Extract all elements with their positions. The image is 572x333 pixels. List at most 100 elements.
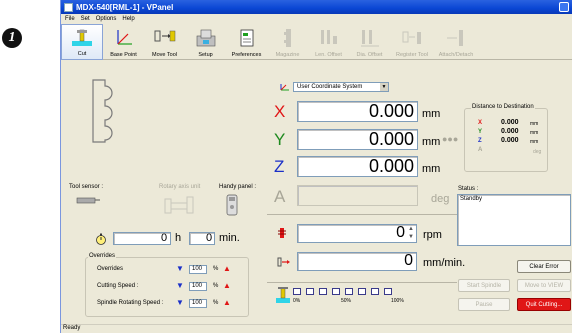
coordinate-system-select[interactable]: User Coordinate System ▼ — [293, 82, 389, 92]
chevron-down-icon: ▼ — [380, 83, 388, 91]
progress-segment — [384, 288, 392, 295]
distance-unit-y: mm — [530, 130, 539, 136]
axis-label-y: Y — [274, 130, 286, 149]
length-offset-icon — [320, 30, 337, 44]
coordinate-axes-icon — [280, 84, 289, 91]
coord-field-a — [297, 185, 418, 206]
base-point-icon — [116, 30, 132, 45]
timer-minutes-value: 0 — [206, 232, 213, 244]
cut-icon — [72, 29, 92, 46]
toolbar-attach-detach-button[interactable]: Attach/Detach — [434, 24, 478, 60]
feed-rate-unit: mm/min. — [423, 257, 466, 269]
handy-panel-label: Handy panel : — [219, 184, 257, 190]
cutting-progress-bar — [293, 288, 403, 296]
progress-segment — [306, 288, 314, 295]
distance-value-z: 0.000 — [501, 137, 519, 144]
distance-label-a: A — [478, 147, 483, 153]
stopwatch-icon — [96, 233, 106, 245]
cutting-speed-value-field[interactable]: 100 — [189, 282, 207, 291]
start-spindle-button[interactable]: Start Spindle — [458, 279, 510, 292]
coord-unit-a: deg — [431, 193, 450, 205]
title-bar: MDX-540[RML-1] - VPanel — [61, 0, 572, 14]
move-to-view-button[interactable]: Move to VIEW — [517, 279, 571, 292]
axis-label-a: A — [274, 187, 286, 206]
quit-cutting-button[interactable]: Quit Cutting... — [517, 298, 571, 311]
tool-sensor-icon — [76, 197, 100, 204]
menu-file[interactable]: File — [65, 16, 75, 22]
register-tool-icon — [402, 31, 421, 44]
toolbar-magazine-button[interactable]: Magazine — [267, 24, 308, 60]
spindle-speed-stepper[interactable]: ▲ ▼ — [408, 225, 414, 241]
toolbar-preferences-button[interactable]: Preferences — [226, 24, 267, 60]
diameter-offset-icon — [360, 30, 379, 47]
axis-label-x: X — [274, 102, 286, 121]
distance-unit-z: mm — [530, 139, 539, 145]
toolbar-length-offset-button[interactable]: Len. Offset — [308, 24, 349, 60]
progress-segment — [371, 288, 379, 295]
spindle-speed-unit: rpm — [423, 229, 442, 241]
feed-rate-value: 0 — [404, 252, 413, 269]
distance-unit-x: mm — [530, 121, 539, 127]
progress-segment — [332, 288, 340, 295]
menu-set[interactable]: Set — [81, 16, 90, 22]
override-value-field[interactable]: 100 — [189, 265, 207, 274]
override-unit: % — [213, 266, 219, 272]
distance-value-y: 0.000 — [501, 128, 519, 135]
step-number-badge: 1 — [2, 28, 22, 48]
status-bar: Ready — [61, 324, 572, 333]
toolbar-diameter-offset-button[interactable]: Dia. Offset — [349, 24, 390, 60]
setup-icon — [196, 29, 215, 47]
status-label: Status : — [458, 186, 479, 192]
distance-value-x: 0.000 — [501, 119, 519, 126]
pause-button[interactable]: Pause — [458, 298, 510, 311]
spindle-speed-decrease-button[interactable]: ▼ — [176, 298, 184, 307]
timer-hours-value: 0 — [161, 232, 168, 244]
overrides-title: Overrides — [88, 253, 117, 259]
toolbar: Cut Base Point Move Tool Setup Preferenc… — [61, 24, 572, 60]
timer-minutes-unit: min. — [219, 232, 240, 244]
override-row-label: Overrides — [97, 266, 124, 272]
main-panel: User Coordinate System ▼ X 0.000 mm Y 0.… — [61, 62, 572, 324]
override-increase-button[interactable]: ▲ — [223, 264, 231, 273]
toolbar-base-point-button[interactable]: Base Point — [103, 24, 144, 60]
distance-label-z: Z — [478, 138, 482, 144]
window-title: MDX-540[RML-1] - VPanel — [76, 2, 174, 12]
timer-hours-unit: h — [175, 232, 182, 244]
minimize-button[interactable] — [559, 2, 569, 12]
rotary-axis-unit-icon — [164, 196, 194, 214]
progress-segment — [319, 288, 327, 295]
cutting-progress-icon — [276, 287, 290, 303]
distance-title: Distance to Destination — [471, 104, 535, 110]
attach-detach-icon — [447, 30, 463, 46]
move-tool-icon — [154, 30, 175, 42]
cutting-speed-label: Cutting Speed : — [97, 283, 139, 289]
more-dots-icon: ●●● — [442, 134, 459, 144]
separator — [267, 282, 457, 283]
cutting-speed-unit: % — [213, 283, 219, 289]
progress-tick-100: 100% — [391, 298, 404, 304]
magazine-icon — [283, 29, 291, 47]
feed-rate-icon — [277, 257, 290, 267]
spindle-speed-value-field[interactable]: 100 — [189, 299, 207, 308]
coord-unit-x: mm — [422, 108, 441, 120]
toolbar-move-tool-button[interactable]: Move Tool — [144, 24, 185, 60]
progress-tick-0: 0% — [293, 298, 301, 304]
clear-error-button[interactable]: Clear Error — [517, 260, 571, 273]
spindle-speed-value: 0 — [396, 224, 405, 241]
override-decrease-button[interactable]: ▼ — [176, 264, 184, 273]
spindle-speed-increase-button[interactable]: ▲ — [223, 298, 231, 307]
progress-tick-50: 50% — [341, 298, 352, 304]
coord-value-z: 0.000 — [368, 156, 414, 176]
cutting-speed-decrease-button[interactable]: ▼ — [176, 281, 184, 290]
coord-value-y: 0.000 — [368, 129, 414, 149]
toolbar-register-tool-button[interactable]: Register Tool — [390, 24, 434, 60]
toolbar-cut-button[interactable]: Cut — [61, 24, 103, 60]
progress-segment — [293, 288, 301, 295]
menu-help[interactable]: Help — [122, 16, 134, 22]
distance-label-x: X — [478, 120, 483, 126]
cutting-speed-increase-button[interactable]: ▲ — [223, 281, 231, 290]
spindle-icon — [278, 228, 286, 238]
toolbar-setup-button[interactable]: Setup — [185, 24, 226, 60]
menu-options[interactable]: Options — [96, 16, 117, 22]
separator — [267, 214, 457, 215]
